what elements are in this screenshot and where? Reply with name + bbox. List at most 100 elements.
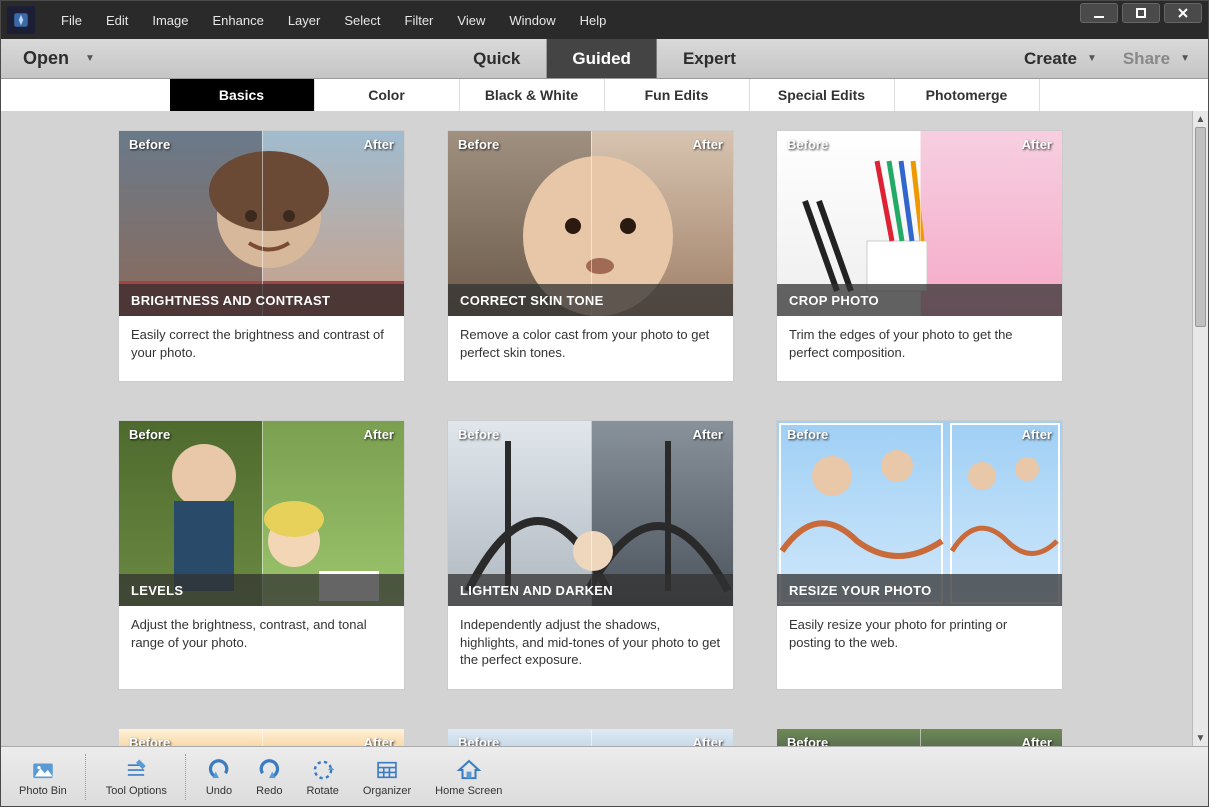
redo-button[interactable]: Redo xyxy=(246,753,292,801)
subtab-color[interactable]: Color xyxy=(315,79,460,111)
tab-quick[interactable]: Quick xyxy=(447,39,546,78)
card-title: LIGHTEN AND DARKEN xyxy=(448,574,733,606)
card-desc: Independently adjust the shadows, highli… xyxy=(448,606,733,689)
before-label: Before xyxy=(458,735,499,746)
app-icon xyxy=(7,6,35,34)
tool-label: Rotate xyxy=(306,785,338,797)
card-thumb: BeforeAfter LIGHTEN AND DARKEN xyxy=(448,421,733,606)
after-label: After xyxy=(1022,427,1052,442)
vertical-scrollbar[interactable]: ▲ ▼ xyxy=(1192,111,1208,746)
chevron-down-icon: ▼ xyxy=(1087,53,1097,64)
right-actions: Create ▼ Share ▼ xyxy=(1024,49,1190,69)
before-label: Before xyxy=(458,427,499,442)
menu-select[interactable]: Select xyxy=(332,13,392,28)
card-grid: Before After BRIGHTNESS AND CONTRAST Easi… xyxy=(1,111,1192,746)
rotate-icon xyxy=(310,757,336,783)
undo-icon xyxy=(206,757,232,783)
menu-image[interactable]: Image xyxy=(140,13,200,28)
menu-view[interactable]: View xyxy=(445,13,497,28)
card-resize-photo[interactable]: BeforeAfter RESIZE YOUR PHOTO Easily res… xyxy=(777,421,1062,689)
create-label: Create xyxy=(1024,49,1077,69)
after-label: After xyxy=(1022,137,1052,152)
separator xyxy=(85,754,88,800)
tab-guided[interactable]: Guided xyxy=(546,39,657,78)
before-label: Before xyxy=(458,137,499,152)
card-thumb: BeforeAfter LEVELS xyxy=(119,421,404,606)
minimize-button[interactable] xyxy=(1080,3,1118,23)
card-desc: Easily resize your photo for printing or… xyxy=(777,606,1062,671)
card-partial-1[interactable]: BeforeAfter xyxy=(119,729,404,746)
card-thumb: Before After xyxy=(777,729,1062,746)
menu-enhance[interactable]: Enhance xyxy=(201,13,276,28)
separator xyxy=(185,754,188,800)
card-correct-skin-tone[interactable]: Before After CORRECT SKIN TONE Remove a c… xyxy=(448,131,733,381)
menu-file[interactable]: File xyxy=(49,13,94,28)
card-thumb: Before After xyxy=(448,729,733,746)
card-desc: Adjust the brightness, contrast, and ton… xyxy=(119,606,404,671)
card-lighten-darken[interactable]: BeforeAfter LIGHTEN AND DARKEN Independe… xyxy=(448,421,733,689)
before-label: Before xyxy=(129,735,170,746)
maximize-button[interactable] xyxy=(1122,3,1160,23)
subtab-bar: Basics Color Black & White Fun Edits Spe… xyxy=(1,79,1208,111)
menu-edit[interactable]: Edit xyxy=(94,13,140,28)
after-label: After xyxy=(364,137,394,152)
after-label: After xyxy=(693,735,723,746)
before-label: Before xyxy=(129,137,170,152)
tool-options-button[interactable]: Tool Options xyxy=(96,753,177,801)
subtab-photomerge[interactable]: Photomerge xyxy=(895,79,1040,111)
menu-window[interactable]: Window xyxy=(497,13,567,28)
card-partial-3[interactable]: Before After xyxy=(777,729,1062,746)
card-crop-photo[interactable]: BeforeAfter CROP PHOTO Trim the edges of… xyxy=(777,131,1062,381)
tool-label: Home Screen xyxy=(435,785,502,797)
photo-bin-button[interactable]: Photo Bin xyxy=(9,753,77,801)
photo-bin-icon xyxy=(30,757,56,783)
open-button[interactable]: Open ▼ xyxy=(23,48,95,69)
organizer-icon xyxy=(374,757,400,783)
card-partial-2[interactable]: Before After xyxy=(448,729,733,746)
card-brightness-contrast[interactable]: Before After BRIGHTNESS AND CONTRAST Easi… xyxy=(119,131,404,381)
subtab-black-white[interactable]: Black & White xyxy=(460,79,605,111)
subtab-fun-edits[interactable]: Fun Edits xyxy=(605,79,750,111)
subtab-special-edits[interactable]: Special Edits xyxy=(750,79,895,111)
card-title: CROP PHOTO xyxy=(777,284,1062,316)
content-area: Before After BRIGHTNESS AND CONTRAST Easi… xyxy=(1,111,1192,746)
tool-label: Undo xyxy=(206,785,232,797)
menu-help[interactable]: Help xyxy=(568,13,619,28)
tab-expert[interactable]: Expert xyxy=(657,39,762,78)
mode-bar: Open ▼ Quick Guided Expert Create ▼ Shar… xyxy=(1,39,1208,79)
bottom-toolbar: Photo Bin Tool Options Undo Redo Rotate … xyxy=(1,746,1208,806)
after-label: After xyxy=(693,137,723,152)
menu-filter[interactable]: Filter xyxy=(393,13,446,28)
card-desc: Remove a color cast from your photo to g… xyxy=(448,316,733,381)
rotate-button[interactable]: Rotate xyxy=(296,753,348,801)
before-label: Before xyxy=(787,427,828,442)
subtab-basics[interactable]: Basics xyxy=(170,79,315,111)
window-controls xyxy=(1080,3,1202,23)
card-title: BRIGHTNESS AND CONTRAST xyxy=(119,284,404,316)
undo-button[interactable]: Undo xyxy=(196,753,242,801)
card-thumb: BeforeAfter CROP PHOTO xyxy=(777,131,1062,316)
mode-tabs: Quick Guided Expert xyxy=(447,39,762,78)
card-thumb: BeforeAfter RESIZE YOUR PHOTO xyxy=(777,421,1062,606)
redo-icon xyxy=(256,757,282,783)
home-screen-button[interactable]: Home Screen xyxy=(425,753,512,801)
card-thumb: BeforeAfter xyxy=(119,729,404,746)
create-button[interactable]: Create ▼ xyxy=(1024,49,1097,69)
scroll-down-icon[interactable]: ▼ xyxy=(1193,730,1208,746)
chevron-down-icon: ▼ xyxy=(85,53,95,64)
scroll-up-icon[interactable]: ▲ xyxy=(1193,111,1208,127)
card-title: CORRECT SKIN TONE xyxy=(448,284,733,316)
after-label: After xyxy=(364,427,394,442)
organizer-button[interactable]: Organizer xyxy=(353,753,421,801)
close-button[interactable] xyxy=(1164,3,1202,23)
scroll-thumb[interactable] xyxy=(1195,127,1206,327)
after-label: After xyxy=(1022,735,1052,746)
share-button[interactable]: Share ▼ xyxy=(1123,49,1190,69)
tool-label: Tool Options xyxy=(106,785,167,797)
menu-layer[interactable]: Layer xyxy=(276,13,333,28)
before-label: Before xyxy=(787,735,828,746)
home-icon xyxy=(456,757,482,783)
before-label: Before xyxy=(129,427,170,442)
card-levels[interactable]: BeforeAfter LEVELS Adjust the brightness… xyxy=(119,421,404,689)
card-desc: Easily correct the brightness and contra… xyxy=(119,316,404,381)
